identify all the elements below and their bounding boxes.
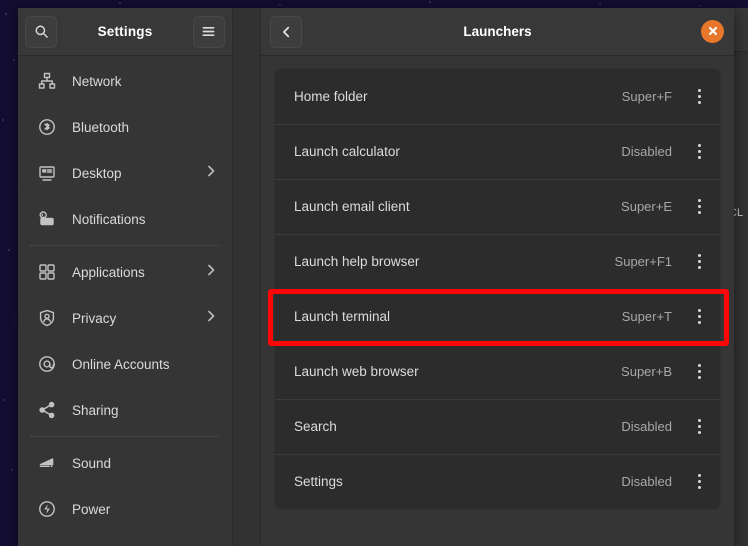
- sharing-icon: [36, 399, 58, 421]
- sidebar-item-power[interactable]: Power: [18, 486, 232, 532]
- shortcut-accelerator: Super+T: [621, 309, 672, 324]
- shortcut-name: Settings: [294, 474, 343, 489]
- more-vertical-icon[interactable]: [686, 302, 712, 332]
- more-vertical-icon[interactable]: [686, 192, 712, 222]
- shortcut-row[interactable]: Launch help browser Super+F1: [275, 234, 720, 289]
- shortcut-name: Launch terminal: [294, 309, 391, 324]
- shortcut-accelerator: Disabled: [621, 419, 672, 434]
- sidebar-item-label: Desktop: [72, 165, 122, 181]
- settings-window: Settings Network Bluetooth Desktop Notifica…: [18, 8, 734, 546]
- sidebar-item-bluetooth[interactable]: Bluetooth: [18, 104, 232, 150]
- more-vertical-icon[interactable]: [686, 82, 712, 112]
- hamburger-menu-icon: [201, 25, 216, 38]
- chevron-right-icon: [204, 263, 218, 282]
- sidebar-item-network[interactable]: Network: [18, 58, 232, 104]
- more-vertical-icon[interactable]: [686, 467, 712, 497]
- shortcut-accelerator: Super+B: [621, 364, 672, 379]
- shortcut-accelerator: Super+F: [621, 89, 672, 104]
- shortcut-row[interactable]: Launch calculator Disabled: [275, 124, 720, 179]
- shortcut-accelerator: Super+F1: [614, 254, 672, 269]
- applications-icon: [36, 261, 58, 283]
- sidebar-item-displays[interactable]: Displays: [18, 532, 232, 546]
- sidebar-item-label: Sharing: [72, 402, 119, 418]
- shortcut-list: Home folder Super+F Launch calculator Disab…: [274, 68, 721, 510]
- close-icon: [708, 23, 718, 41]
- chevron-right-icon: [204, 309, 218, 328]
- search-icon: [34, 24, 49, 39]
- sidebar-item-list: Network Bluetooth Desktop Notifications Appl…: [18, 56, 232, 546]
- sidebar-item-label: Notifications: [72, 211, 146, 227]
- sidebar-header: Settings: [18, 8, 232, 56]
- sidebar-item-applications[interactable]: Applications: [18, 249, 232, 295]
- online-accounts-icon: [36, 353, 58, 375]
- shortcut-accelerator: Disabled: [621, 474, 672, 489]
- sidebar-item-label: Power: [72, 501, 111, 517]
- more-vertical-icon[interactable]: [686, 357, 712, 387]
- sidebar-item-sound[interactable]: Sound: [18, 440, 232, 486]
- sidebar-item-desktop[interactable]: Desktop: [18, 150, 232, 196]
- shortcut-row[interactable]: Settings Disabled: [275, 454, 720, 509]
- sidebar-separator: [30, 436, 220, 437]
- shortcut-name: Launch calculator: [294, 144, 400, 159]
- shortcut-name: Launch help browser: [294, 254, 420, 269]
- sound-icon: [36, 452, 58, 474]
- privacy-icon: [36, 307, 58, 329]
- sidebar-separator: [30, 245, 220, 246]
- page-title: Settings: [97, 24, 153, 39]
- shortcut-name: Home folder: [294, 89, 368, 104]
- main-menu-button[interactable]: [192, 15, 225, 48]
- shortcut-name: Launch web browser: [294, 364, 419, 379]
- chevron-right-icon: [204, 164, 218, 183]
- close-button[interactable]: [701, 20, 724, 43]
- sidebar-item-label: Bluetooth: [72, 119, 130, 135]
- desktop-icon: [36, 162, 58, 184]
- shortcut-row[interactable]: Home folder Super+F: [275, 69, 720, 124]
- bluetooth-icon: [36, 116, 58, 138]
- shortcut-row[interactable]: Launch web browser Super+B: [275, 344, 720, 399]
- power-icon: [36, 498, 58, 520]
- shortcut-row[interactable]: Launch email client Super+E: [275, 179, 720, 234]
- sidebar-item-label: Sound: [72, 455, 112, 471]
- sidebar-item-notifications[interactable]: Notifications: [18, 196, 232, 242]
- shortcut-row[interactable]: Launch terminal Super+T: [275, 289, 720, 344]
- sidebar: Settings Network Bluetooth Desktop Notifica…: [18, 8, 233, 546]
- sidebar-item-online-accounts[interactable]: Online Accounts: [18, 341, 232, 387]
- search-button[interactable]: [25, 15, 57, 48]
- shortcut-name: Launch email client: [294, 199, 410, 214]
- back-button[interactable]: [270, 15, 302, 48]
- shortcut-name: Search: [294, 419, 337, 434]
- desktop-background: CL Settings Network Bluetooth Desktop No…: [0, 0, 748, 546]
- shortcut-accelerator: Disabled: [621, 144, 672, 159]
- network-icon: [36, 70, 58, 92]
- content-body: Home folder Super+F Launch calculator Disab…: [261, 56, 734, 546]
- more-vertical-icon[interactable]: [686, 412, 712, 442]
- more-vertical-icon[interactable]: [686, 137, 712, 167]
- more-vertical-icon[interactable]: [686, 247, 712, 277]
- pane-divider: [233, 8, 261, 546]
- sidebar-item-label: Applications: [72, 264, 145, 280]
- sidebar-item-label: Online Accounts: [72, 356, 170, 372]
- shortcut-row[interactable]: Search Disabled: [275, 399, 720, 454]
- chevron-left-icon: [280, 25, 293, 39]
- sidebar-item-privacy[interactable]: Privacy: [18, 295, 232, 341]
- content-title: Launchers: [463, 24, 532, 39]
- shortcut-accelerator: Super+E: [621, 199, 672, 214]
- sidebar-item-label: Network: [72, 73, 122, 89]
- sidebar-item-label: Privacy: [72, 310, 117, 326]
- notifications-icon: [36, 208, 58, 230]
- sidebar-item-sharing[interactable]: Sharing: [18, 387, 232, 433]
- content-pane: Launchers Home folder Super+F Launch calcu…: [261, 8, 734, 546]
- content-header: Launchers: [261, 8, 734, 56]
